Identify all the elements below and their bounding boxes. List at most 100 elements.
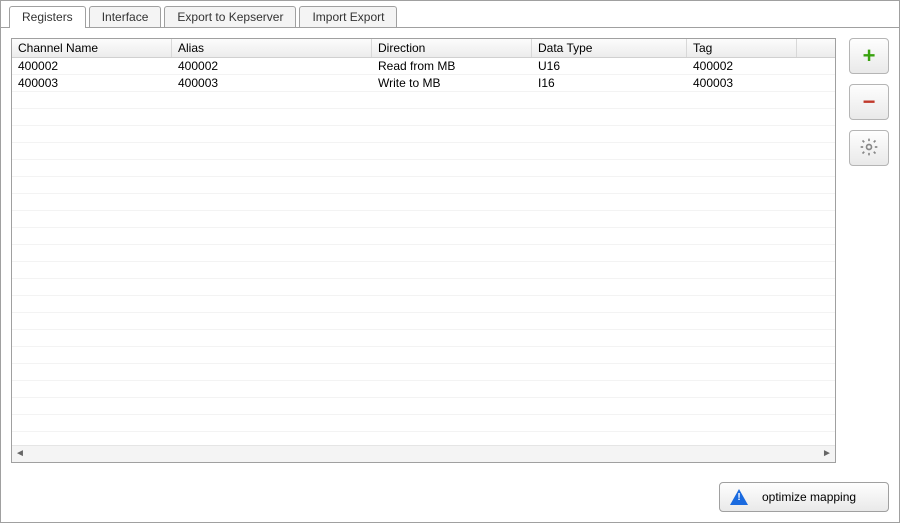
column-header-scroll-spacer (797, 39, 835, 57)
settings-button[interactable] (849, 130, 889, 166)
column-header-direction[interactable]: Direction (372, 39, 532, 57)
cell-alias (172, 194, 372, 210)
app-window: Registers Interface Export to Kepserver … (0, 0, 900, 523)
table-row (12, 381, 835, 398)
column-header-datatype[interactable]: Data Type (532, 39, 687, 57)
cell-tag (687, 262, 797, 278)
cell-alias (172, 177, 372, 193)
cell-channel (12, 262, 172, 278)
table-row (12, 330, 835, 347)
cell-direction (372, 109, 532, 125)
cell-channel (12, 364, 172, 380)
cell-alias: 400002 (172, 58, 372, 74)
cell-alias (172, 432, 372, 445)
cell-datatype (532, 177, 687, 193)
table-row (12, 364, 835, 381)
cell-datatype (532, 228, 687, 244)
cell-channel (12, 228, 172, 244)
cell-tag (687, 126, 797, 142)
cell-tag (687, 279, 797, 295)
cell-direction (372, 313, 532, 329)
table-row (12, 262, 835, 279)
cell-datatype (532, 194, 687, 210)
cell-direction (372, 381, 532, 397)
remove-button[interactable]: − (849, 84, 889, 120)
column-header-channel[interactable]: Channel Name (12, 39, 172, 57)
table-row (12, 279, 835, 296)
cell-datatype (532, 313, 687, 329)
tab-registers[interactable]: Registers (9, 6, 86, 28)
horizontal-scrollbar[interactable]: ◄ ► (12, 445, 835, 462)
table-row (12, 415, 835, 432)
cell-alias (172, 296, 372, 312)
cell-channel (12, 194, 172, 210)
cell-direction (372, 296, 532, 312)
table-row[interactable]: 400002400002Read from MBU16400002 (12, 58, 835, 75)
tab-interface[interactable]: Interface (89, 6, 162, 28)
cell-alias (172, 160, 372, 176)
cell-tag (687, 381, 797, 397)
table-row (12, 143, 835, 160)
add-button[interactable]: + (849, 38, 889, 74)
cell-datatype (532, 211, 687, 227)
cell-tag: 400002 (687, 58, 797, 74)
table-row (12, 313, 835, 330)
cell-alias (172, 381, 372, 397)
cell-tag (687, 296, 797, 312)
column-header-alias[interactable]: Alias (172, 39, 372, 57)
cell-channel (12, 92, 172, 108)
cell-datatype (532, 279, 687, 295)
cell-tag (687, 194, 797, 210)
scroll-right-icon[interactable]: ► (819, 446, 835, 462)
cell-datatype (532, 160, 687, 176)
cell-channel (12, 347, 172, 363)
gear-icon (859, 137, 879, 160)
cell-tag (687, 313, 797, 329)
cell-tag (687, 109, 797, 125)
tab-import-export[interactable]: Import Export (299, 6, 397, 28)
column-header-tag[interactable]: Tag (687, 39, 797, 57)
cell-datatype (532, 296, 687, 312)
cell-tag (687, 160, 797, 176)
cell-datatype (532, 330, 687, 346)
table-row (12, 398, 835, 415)
table-header: Channel Name Alias Direction Data Type T… (12, 39, 835, 58)
cell-alias (172, 313, 372, 329)
minus-icon: − (863, 91, 876, 113)
cell-tag (687, 245, 797, 261)
warning-icon (730, 489, 748, 505)
cell-alias (172, 228, 372, 244)
cell-tag: 400003 (687, 75, 797, 91)
cell-tag (687, 415, 797, 431)
cell-channel (12, 211, 172, 227)
cell-datatype (532, 381, 687, 397)
table-row (12, 92, 835, 109)
table-row (12, 228, 835, 245)
cell-channel: 400003 (12, 75, 172, 91)
cell-datatype (532, 262, 687, 278)
cell-alias (172, 415, 372, 431)
table-row (12, 126, 835, 143)
table-row[interactable]: 400003400003Write to MBI16400003 (12, 75, 835, 92)
scroll-left-icon[interactable]: ◄ (12, 446, 28, 462)
table-row (12, 177, 835, 194)
cell-datatype (532, 245, 687, 261)
table-row (12, 432, 835, 445)
optimize-mapping-button[interactable]: optimize mapping (719, 482, 889, 512)
table-body: 400002400002Read from MBU164000024000034… (12, 58, 835, 445)
cell-datatype (532, 398, 687, 414)
cell-direction (372, 228, 532, 244)
table-row (12, 211, 835, 228)
cell-tag (687, 432, 797, 445)
cell-channel (12, 177, 172, 193)
table-row (12, 296, 835, 313)
cell-direction (372, 126, 532, 142)
cell-alias (172, 279, 372, 295)
cell-datatype (532, 143, 687, 159)
cell-direction (372, 415, 532, 431)
cell-tag (687, 228, 797, 244)
cell-direction (372, 245, 532, 261)
cell-tag (687, 347, 797, 363)
tab-export-kepserver[interactable]: Export to Kepserver (164, 6, 296, 28)
cell-direction (372, 398, 532, 414)
